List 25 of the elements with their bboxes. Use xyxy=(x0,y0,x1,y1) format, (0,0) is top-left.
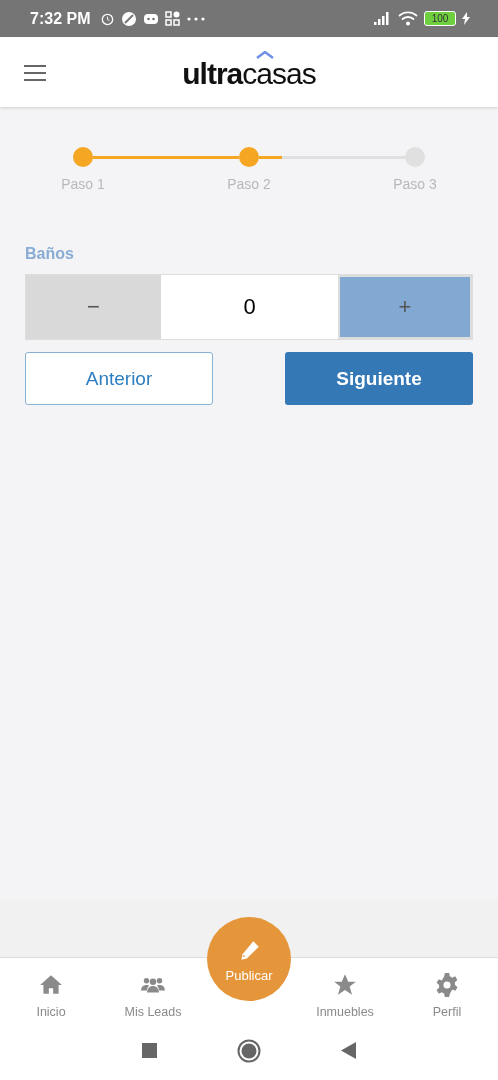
roof-icon xyxy=(256,51,275,59)
nav-item[interactable]: Inicio xyxy=(0,958,102,1021)
step-label: Paso 2 xyxy=(227,176,271,192)
back-button[interactable]: Anterior xyxy=(25,352,213,405)
next-button[interactable]: Siguiente xyxy=(285,352,473,405)
menu-icon[interactable] xyxy=(24,65,46,81)
charging-icon xyxy=(462,12,470,25)
step-label: Paso 1 xyxy=(61,176,105,192)
back-icon[interactable] xyxy=(341,1042,356,1059)
alarm-icon xyxy=(100,11,116,26)
home-icon[interactable] xyxy=(237,1038,261,1063)
gear-icon xyxy=(434,972,460,998)
signal-icon xyxy=(374,12,392,25)
battery-level: 100 xyxy=(424,11,456,26)
nav-item[interactable]: Inmuebles xyxy=(294,958,396,1021)
nav-item[interactable]: Mis Leads xyxy=(102,958,204,1021)
wifi-icon xyxy=(398,11,418,26)
status-time: 7:32 PM xyxy=(30,9,91,28)
more-icon xyxy=(187,16,206,21)
logo-text: ultracasas xyxy=(182,57,316,90)
step-label: Paso 3 xyxy=(393,176,437,192)
field-label: Baños xyxy=(25,245,75,263)
gamepad-icon xyxy=(143,12,160,25)
nav-item[interactable]: Perfil xyxy=(396,958,498,1021)
grid-icon xyxy=(165,10,182,27)
